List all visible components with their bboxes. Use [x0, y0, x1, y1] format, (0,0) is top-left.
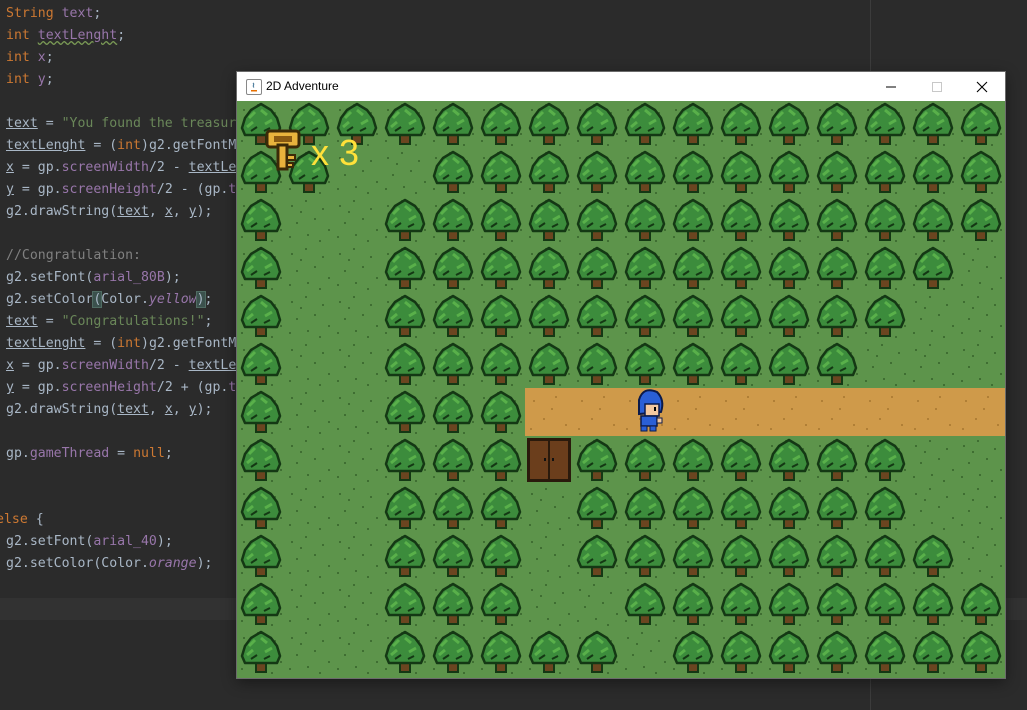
code-line: int y;: [6, 72, 54, 87]
grass-tile: [717, 676, 765, 678]
grass-tile: [525, 676, 573, 678]
code-line: String text;: [6, 6, 102, 21]
grass-tile: [909, 292, 957, 340]
java-cup-icon: [246, 79, 262, 95]
grass-tile: [957, 292, 1005, 340]
game-window[interactable]: 2D Adventure x 3: [237, 72, 1005, 678]
path-tile: [813, 388, 861, 436]
grass-tile: [237, 676, 285, 678]
close-icon: [976, 81, 988, 92]
code-line: int textLenght;: [6, 28, 126, 43]
code-line: gp.gameThread = null;: [6, 446, 173, 461]
grass-tile: [957, 244, 1005, 292]
code-line: g2.setFont(arial_80B);: [6, 270, 181, 285]
grass-tile: [333, 196, 381, 244]
window-title-bar[interactable]: 2D Adventure: [237, 72, 1005, 101]
grass-tile: [381, 148, 429, 196]
path-tile: [909, 388, 957, 436]
key-icon: [265, 129, 301, 171]
code-line: int x;: [6, 50, 54, 65]
grass-tile: [909, 436, 957, 484]
maximize-icon: [932, 81, 942, 92]
tile-map: [237, 101, 1005, 678]
grass-tile: [285, 436, 333, 484]
key-count: x 3: [311, 132, 360, 173]
maximize-button[interactable]: [914, 72, 960, 101]
grass-tile: [333, 628, 381, 676]
code-line: //Congratulation:: [6, 248, 141, 263]
code-line: g2.setFont(arial_40);: [6, 534, 173, 549]
grass-tile: [333, 388, 381, 436]
grass-tile: [957, 484, 1005, 532]
grass-tile: [621, 676, 669, 678]
path-tile: [525, 388, 573, 436]
grass-tile: [909, 484, 957, 532]
grass-tile: [333, 484, 381, 532]
grass-tile: [333, 436, 381, 484]
grass-tile: [285, 196, 333, 244]
code-line: text = "You found the treasure!";: [6, 116, 269, 131]
code-line: g2.setColor(Color.yellow);: [6, 291, 213, 308]
grass-tile: [957, 676, 1005, 678]
grass-tile: [861, 340, 909, 388]
grass-tile: [525, 580, 573, 628]
grass-tile: [381, 676, 429, 678]
code-line: g2.drawString(text, x, y);: [6, 204, 213, 219]
grass-tile: [285, 676, 333, 678]
grass-tile: [285, 340, 333, 388]
grass-tile: [525, 484, 573, 532]
grass-tile: [765, 676, 813, 678]
grass-tile: [621, 628, 669, 676]
path-tile: [573, 388, 621, 436]
grass-tile: [909, 676, 957, 678]
grass-tile: [285, 532, 333, 580]
grass-tile: [285, 292, 333, 340]
grass-tile: [333, 580, 381, 628]
grass-tile: [957, 532, 1005, 580]
window-title: 2D Adventure: [266, 79, 339, 93]
code-line: g2.drawString(text, x, y);: [6, 402, 213, 417]
grass-tile: [429, 676, 477, 678]
path-tile: [957, 388, 1005, 436]
grass-tile: [285, 580, 333, 628]
code-line: text = "Congratulations!";: [6, 314, 213, 329]
grass-tile: [477, 676, 525, 678]
path-tile: [765, 388, 813, 436]
path-tile: [669, 388, 717, 436]
grass-tile: [285, 244, 333, 292]
grass-tile: [285, 388, 333, 436]
door[interactable]: [527, 438, 571, 482]
grass-tile: [909, 340, 957, 388]
grass-tile: [813, 676, 861, 678]
minimize-button[interactable]: [868, 72, 914, 101]
path-tile: [861, 388, 909, 436]
grass-tile: [573, 580, 621, 628]
grass-tile: [285, 628, 333, 676]
grass-tile: [333, 676, 381, 678]
grass-tile: [669, 676, 717, 678]
minimize-icon: [886, 86, 896, 87]
code-line: g2.setColor(Color.orange);: [6, 556, 213, 571]
code-line: else {: [0, 512, 44, 527]
grass-tile: [333, 340, 381, 388]
grass-tile: [333, 292, 381, 340]
grass-tile: [957, 436, 1005, 484]
grass-tile: [333, 244, 381, 292]
game-canvas[interactable]: x 3: [237, 101, 1005, 678]
grass-tile: [333, 532, 381, 580]
grass-tile: [573, 676, 621, 678]
grass-tile: [957, 340, 1005, 388]
grass-tile: [861, 676, 909, 678]
grass-tile: [525, 532, 573, 580]
path-tile: [717, 388, 765, 436]
close-button[interactable]: [959, 72, 1005, 101]
grass-tile: [285, 484, 333, 532]
